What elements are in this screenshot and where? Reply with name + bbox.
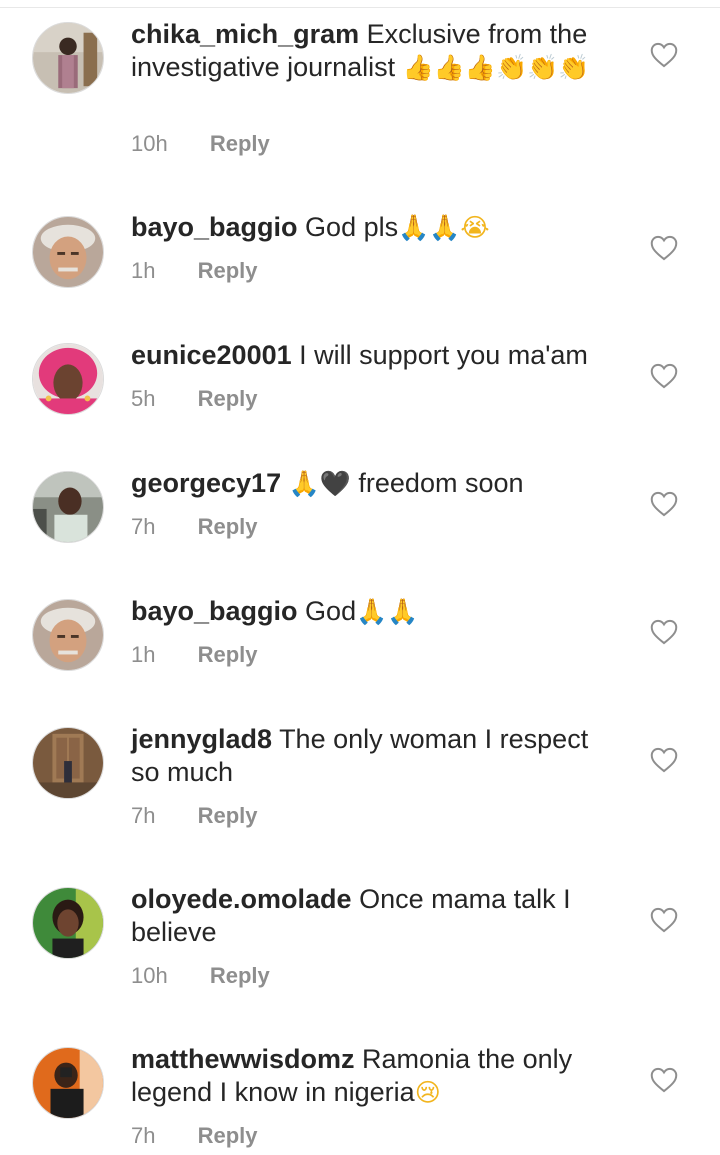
comment-body: bayo_baggio God🙏🙏 — [131, 595, 611, 628]
avatar[interactable] — [32, 471, 104, 543]
comment-emojis: 🙏🙏😭 — [398, 213, 490, 242]
comment-username[interactable]: bayo_baggio — [131, 596, 298, 626]
comment-body: jennyglad8 The only woman I respect so m… — [131, 723, 611, 789]
comment-meta: 1h Reply — [131, 257, 258, 285]
comment-time: 7h — [131, 1123, 156, 1148]
heart-outline-icon[interactable] — [650, 491, 678, 517]
comment-body: matthewwisdomz Ramonia the only legend I… — [131, 1043, 611, 1109]
reply-button[interactable]: Reply — [198, 641, 258, 669]
comment-body: chika_mich_gram Exclusive from the inves… — [131, 18, 611, 84]
comment-emojis: 🙏🖤 — [289, 469, 351, 498]
avatar[interactable] — [32, 887, 104, 959]
avatar[interactable] — [32, 727, 104, 799]
comment-text: freedom soon — [358, 468, 524, 498]
reply-button[interactable]: Reply — [198, 802, 258, 830]
comment-meta: 1h Reply — [131, 641, 258, 669]
comment-meta: 10h Reply — [131, 130, 270, 158]
comment-emojis: 🙏🙏 — [356, 597, 419, 626]
comment-time: 7h — [131, 803, 156, 828]
heart-outline-icon[interactable] — [650, 907, 678, 933]
comment-time: 10h — [131, 963, 168, 988]
comment-text: I will support you ma'am — [299, 340, 588, 370]
avatar[interactable] — [32, 1047, 104, 1119]
avatar[interactable] — [32, 599, 104, 671]
comment-body: bayo_baggio God pls🙏🙏😭 — [131, 211, 611, 244]
reply-button[interactable]: Reply — [198, 513, 258, 541]
comment-username[interactable]: jennyglad8 — [131, 724, 272, 754]
reply-button[interactable]: Reply — [198, 257, 258, 285]
comment-time: 1h — [131, 642, 156, 667]
avatar[interactable] — [32, 22, 104, 94]
comment-meta: 5h Reply — [131, 385, 258, 413]
comment-meta: 7h Reply — [131, 802, 258, 830]
comment-meta: 7h Reply — [131, 1122, 258, 1150]
comment-username[interactable]: eunice20001 — [131, 340, 292, 370]
reply-button[interactable]: Reply — [210, 962, 270, 990]
comment-body: oloyede.omolade Once mama talk I believe — [131, 883, 611, 949]
heart-outline-icon[interactable] — [650, 363, 678, 389]
heart-outline-icon[interactable] — [650, 42, 678, 68]
comment-time: 7h — [131, 514, 156, 539]
heart-outline-icon[interactable] — [650, 747, 678, 773]
comment-username[interactable]: georgecy17 — [131, 468, 281, 498]
avatar[interactable] — [32, 343, 104, 415]
comment-emojis: 👍👍👍👏👏👏 — [402, 53, 590, 82]
comment-username[interactable]: chika_mich_gram — [131, 19, 359, 49]
heart-outline-icon[interactable] — [650, 619, 678, 645]
comment-time: 10h — [131, 131, 168, 156]
heart-outline-icon[interactable] — [650, 1067, 678, 1093]
comment-meta: 7h Reply — [131, 513, 258, 541]
comment-time: 5h — [131, 386, 156, 411]
comment-username[interactable]: bayo_baggio — [131, 212, 298, 242]
comment-time: 1h — [131, 258, 156, 283]
comment-username[interactable]: oloyede.omolade — [131, 884, 352, 914]
comment-body: eunice20001 I will support you ma'am — [131, 339, 611, 372]
reply-button[interactable]: Reply — [198, 385, 258, 413]
heart-outline-icon[interactable] — [650, 235, 678, 261]
reply-button[interactable]: Reply — [198, 1122, 258, 1150]
comment-text: God pls — [305, 212, 399, 242]
comment-text: God — [305, 596, 357, 626]
reply-button[interactable]: Reply — [210, 130, 270, 158]
comment-meta: 10h Reply — [131, 962, 270, 990]
comment-emojis: 😢 — [414, 1078, 441, 1107]
avatar[interactable] — [32, 216, 104, 288]
praying-hands-emoji: 🙏 — [288, 469, 320, 498]
comment-username[interactable]: matthewwisdomz — [131, 1044, 355, 1074]
top-divider — [0, 0, 720, 8]
black-heart-emoji: 🖤 — [319, 469, 351, 498]
comment-body: georgecy17 🙏🖤 freedom soon — [131, 467, 611, 500]
